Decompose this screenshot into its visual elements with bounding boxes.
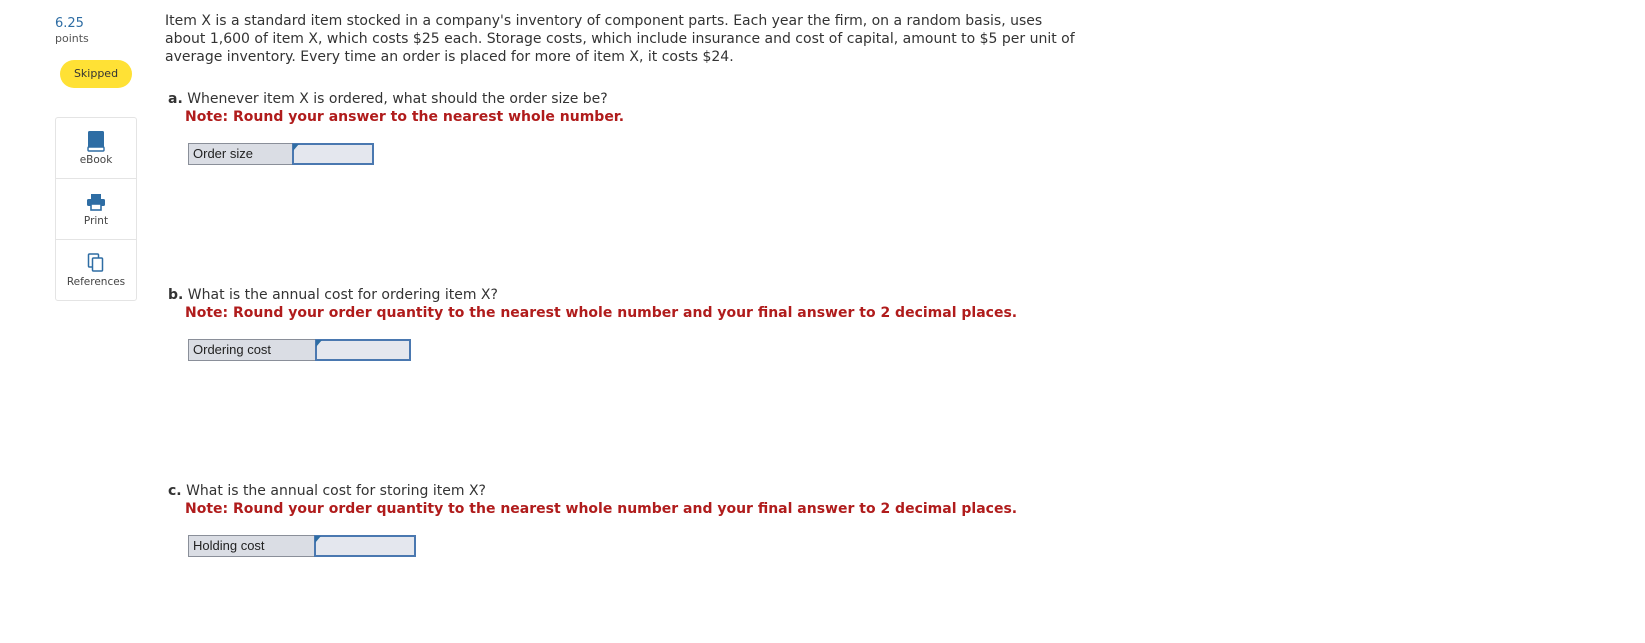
part-b-text: What is the annual cost for ordering ite… — [187, 287, 498, 303]
part-b-letter: b. — [168, 287, 184, 303]
ebook-button[interactable]: eBook — [56, 118, 136, 179]
ordering-cost-label: Ordering cost — [188, 339, 315, 361]
part-c-question: c. What is the annual cost for storing i… — [168, 482, 1108, 500]
points-label: points — [55, 32, 89, 45]
holding-cost-input[interactable] — [314, 535, 416, 557]
print-button[interactable]: Print — [56, 179, 136, 240]
part-b-note: Note: Round your order quantity to the n… — [185, 305, 1018, 321]
ebook-label: eBook — [79, 154, 113, 166]
part-b-question: b. What is the annual cost for ordering … — [168, 286, 1108, 304]
status-badge: Skipped — [60, 60, 132, 88]
question-content: Item X is a standard item stocked in a c… — [165, 12, 1085, 557]
question-stem: Item X is a standard item stocked in a c… — [165, 13, 1075, 65]
part-c-text: What is the annual cost for storing item… — [186, 483, 486, 499]
order-size-input[interactable] — [292, 143, 374, 165]
part-c-letter: c. — [168, 483, 182, 499]
book-icon — [56, 130, 136, 152]
ordering-cost-input[interactable] — [315, 339, 411, 361]
part-b: b. What is the annual cost for ordering … — [168, 286, 1108, 361]
part-a: a. Whenever item X is ordered, what shou… — [168, 90, 1108, 165]
part-a-text: Whenever item X is ordered, what should … — [187, 91, 608, 107]
holding-cost-label: Holding cost — [188, 535, 314, 557]
references-icon — [56, 252, 136, 274]
part-c: c. What is the annual cost for storing i… — [168, 482, 1108, 557]
ordering-cost-row: Ordering cost — [188, 339, 411, 361]
references-label: References — [66, 276, 126, 288]
question-sidebar: 6.25 points Skipped eBook Print Referenc… — [55, 16, 137, 301]
part-a-note: Note: Round your answer to the nearest w… — [185, 109, 625, 125]
part-c-note: Note: Round your order quantity to the n… — [185, 501, 1018, 517]
printer-icon — [56, 191, 136, 213]
holding-cost-row: Holding cost — [188, 535, 416, 557]
print-label: Print — [83, 215, 109, 227]
order-size-label: Order size — [188, 143, 292, 165]
references-button[interactable]: References — [56, 240, 136, 300]
part-a-letter: a. — [168, 91, 183, 107]
order-size-row: Order size — [188, 143, 374, 165]
part-a-question: a. Whenever item X is ordered, what shou… — [168, 90, 1108, 108]
tools-panel: eBook Print References — [55, 117, 137, 301]
points-value: 6.25 — [55, 16, 84, 31]
